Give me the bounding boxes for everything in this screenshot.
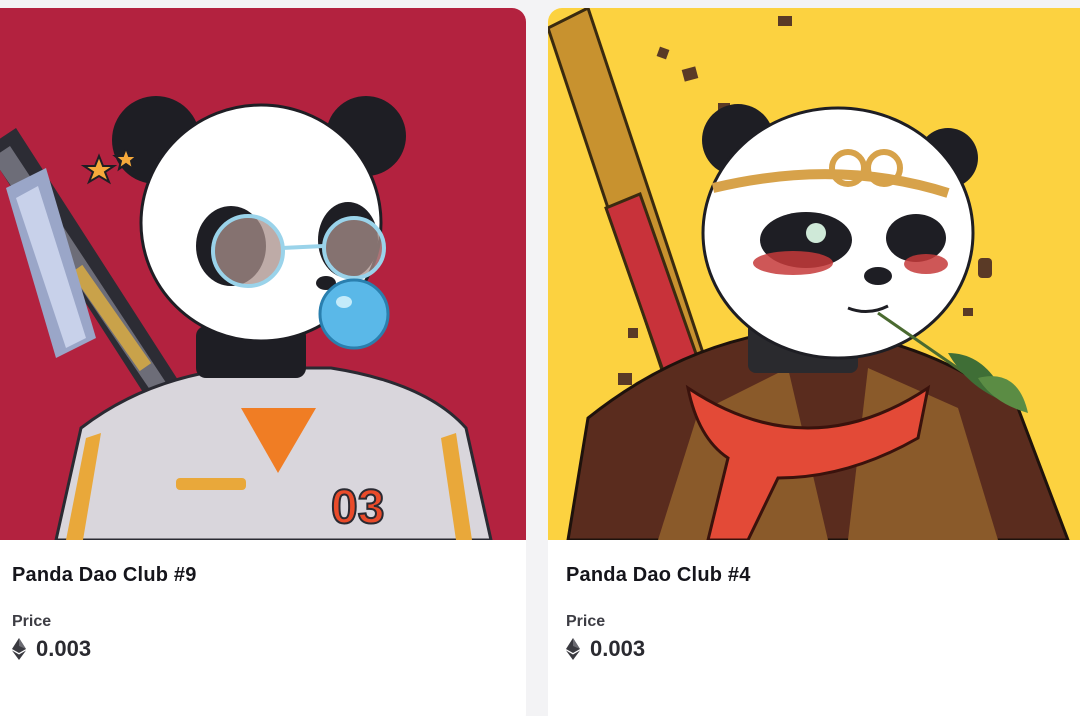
nft-card-grid: 03 Panda Dao Club #9 Price 0.003 Panda D… (0, 0, 1080, 716)
svg-text:03: 03 (331, 481, 384, 534)
bubble-gum (318, 278, 390, 350)
price-row: 0.003 (12, 636, 91, 662)
nft-title[interactable]: Panda Dao Club #4 (566, 564, 751, 587)
price-row: 0.003 (566, 636, 645, 662)
card-info: Panda Dao Club #9 Price 0.003 (0, 540, 526, 716)
price-label: Price (566, 613, 606, 630)
nft-card[interactable]: Panda Dao Club #4 Price 0.003 (548, 8, 1080, 716)
ethereum-icon (12, 638, 26, 660)
nft-artwork[interactable]: 03 (0, 8, 526, 540)
price-value: 0.003 (36, 636, 92, 661)
nft-title[interactable]: Panda Dao Club #9 (12, 564, 197, 587)
nft-artwork[interactable] (548, 8, 1080, 540)
price-value: 0.003 (590, 636, 646, 661)
card-info: Panda Dao Club #4 Price 0.003 (548, 540, 1080, 716)
nft-card[interactable]: 03 Panda Dao Club #9 Price 0.003 (0, 8, 526, 716)
ethereum-icon (566, 638, 580, 660)
price-label: Price (12, 613, 52, 630)
